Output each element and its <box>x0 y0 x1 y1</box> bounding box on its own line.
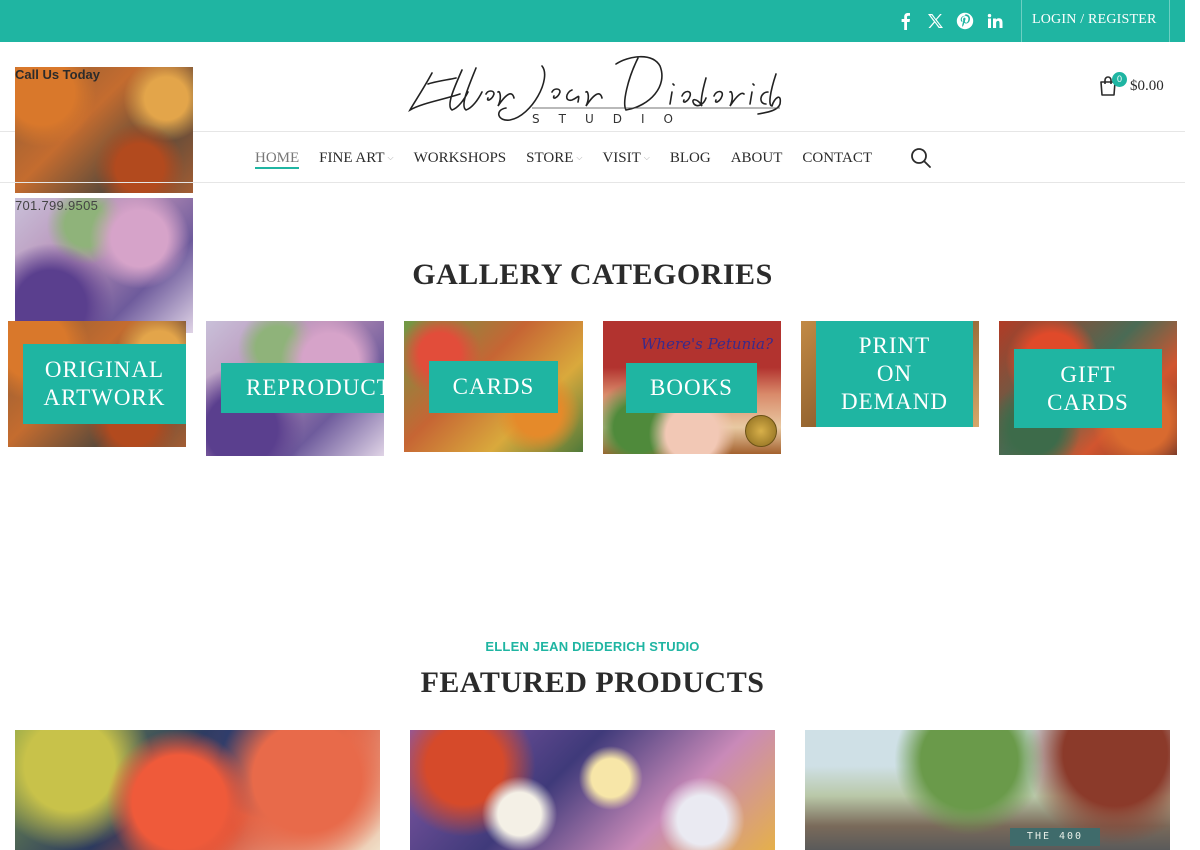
nav-item-store[interactable]: STORE ⌵ <box>526 133 582 183</box>
featured-product-image[interactable] <box>410 730 775 850</box>
category-gift-cards[interactable]: GIFT CARDS <box>999 321 1177 455</box>
category-print-on-demand[interactable]: PRINT ON DEMAND <box>801 321 979 427</box>
search-icon[interactable] <box>910 147 932 169</box>
category-label: PRINT ON DEMAND <box>816 321 973 427</box>
cart-count-badge: 0 <box>1112 72 1127 87</box>
linkedin-icon[interactable] <box>985 11 1005 31</box>
nav-item-label: STORE <box>526 149 574 166</box>
award-seal-icon <box>745 415 777 447</box>
category-books[interactable]: Where's Petunia? BOOKS <box>603 321 781 454</box>
nav-item-label: FINE ART <box>319 149 385 166</box>
cart-button[interactable]: 0 $0.00 <box>1098 72 1164 97</box>
category-label: GIFT CARDS <box>1014 349 1162 428</box>
book-cover-title: Where's Petunia? <box>641 335 774 353</box>
facebook-icon[interactable] <box>895 11 915 31</box>
nav-item-about[interactable]: ABOUT <box>731 133 783 183</box>
social-links <box>895 0 1005 42</box>
category-original-artwork[interactable]: ORIGINAL ARTWORK <box>8 321 186 447</box>
theater-marquee: THE 400 <box>1010 828 1100 846</box>
x-twitter-icon[interactable] <box>925 11 945 31</box>
featured-products-heading: FEATURED PRODUCTS <box>420 666 765 699</box>
logo-studio-text: STUDIO <box>532 112 692 126</box>
call-us: Call Us Today 701.799.9505 <box>15 67 193 333</box>
chevron-down-icon: ⌵ <box>643 153 650 162</box>
gallery-categories-heading: GALLERY CATEGORIES <box>412 258 773 291</box>
topbar-divider <box>1021 0 1022 42</box>
category-label: ORIGINAL ARTWORK <box>23 344 186 424</box>
nav-item-fine-art[interactable]: FINE ART ⌵ <box>319 133 393 183</box>
category-label: REPRODUCTIONS <box>221 363 384 413</box>
category-cards[interactable]: CARDS <box>404 321 583 452</box>
nav-item-label: CONTACT <box>802 149 873 166</box>
chevron-down-icon: ⌵ <box>387 153 394 162</box>
nav-item-label: WORKSHOPS <box>413 149 507 166</box>
featured-kicker: ELLEN JEAN DIEDERICH STUDIO <box>485 639 700 654</box>
topbar-divider-right <box>1169 0 1170 42</box>
chevron-down-icon: ⌵ <box>576 153 583 162</box>
featured-product-image[interactable]: THE 400 <box>805 730 1170 850</box>
site-header: Call Us Today 701.799.9505 STUDIO 0 $0.0… <box>0 42 1185 333</box>
category-reproductions[interactable]: REPRODUCTIONS <box>206 321 384 456</box>
login-register-link[interactable]: LOGIN / REGISTER <box>1032 0 1157 42</box>
nav-item-home[interactable]: HOME <box>255 133 300 183</box>
nav-item-blog[interactable]: BLOG <box>670 133 711 183</box>
site-logo[interactable]: STUDIO <box>402 48 782 128</box>
pinterest-icon[interactable] <box>955 11 975 31</box>
nav-item-label: VISIT <box>602 149 641 166</box>
page-edge <box>1185 0 1200 850</box>
category-label: CARDS <box>429 361 558 413</box>
top-bar: LOGIN / REGISTER <box>0 0 1185 42</box>
category-label: BOOKS <box>626 363 757 413</box>
main-nav: HOME FINE ART ⌵ WORKSHOPS STORE ⌵ VISIT ⌵ B… <box>0 133 1185 183</box>
nav-item-label: HOME <box>255 149 300 166</box>
nav-item-label: ABOUT <box>730 149 783 166</box>
nav-item-workshops[interactable]: WORKSHOPS <box>414 133 507 183</box>
cart-total: $0.00 <box>1130 77 1164 94</box>
nav-item-visit[interactable]: VISIT ⌵ <box>602 133 649 183</box>
nav-item-contact[interactable]: CONTACT <box>802 133 872 183</box>
nav-item-label: BLOG <box>669 149 711 166</box>
featured-product-image[interactable] <box>15 730 380 850</box>
